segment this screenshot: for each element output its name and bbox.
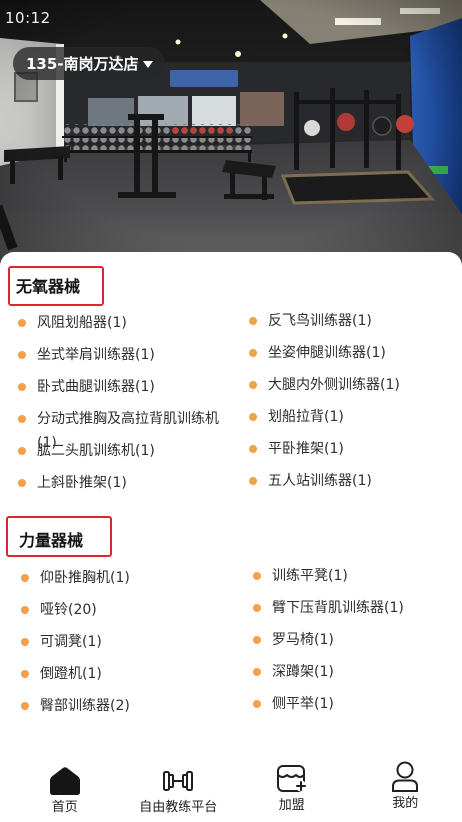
user-icon xyxy=(390,761,420,792)
equipment-label: 坐姿伸腿训练器(1) xyxy=(268,345,386,361)
store-plus-icon xyxy=(276,764,308,794)
bullet-dot xyxy=(18,415,26,423)
equipment-label: 罗马椅(1) xyxy=(272,632,334,648)
equipment-label: 侧平举(1) xyxy=(272,696,334,712)
dumbbell-icon xyxy=(162,766,194,796)
equipment-item: 仰卧推胸机(1) xyxy=(21,562,253,594)
caret-down-icon xyxy=(142,60,153,68)
bullet-dot xyxy=(253,604,261,612)
equipment-item: 五人站训练器(1) xyxy=(249,465,462,497)
tab-coach-platform[interactable]: 自由教练平台 xyxy=(122,750,236,822)
equipment-item: 臀部训练器(2) xyxy=(21,690,253,722)
tab-label: 首页 xyxy=(51,800,78,815)
equipment-label: 五人站训练器(1) xyxy=(268,473,372,489)
equipment-label: 哑铃(20) xyxy=(40,602,97,618)
bullet-dot xyxy=(253,572,261,580)
equipment-label: 臀部训练器(2) xyxy=(40,698,130,714)
bullet-dot xyxy=(249,381,257,389)
equipment-label: 深蹲架(1) xyxy=(272,664,334,680)
home-icon xyxy=(49,766,81,796)
equipment-label: 反飞鸟训练器(1) xyxy=(268,313,372,329)
equipment-item: 坐姿伸腿训练器(1) xyxy=(249,337,462,369)
equipment-item: 风阻划船器(1) xyxy=(18,307,249,339)
bullet-dot xyxy=(21,606,29,614)
bullet-dot xyxy=(21,574,29,582)
tab-label: 加盟 xyxy=(278,798,305,813)
bullet-dot xyxy=(21,702,29,710)
store-selector[interactable]: 135-南岗万达店 xyxy=(13,47,165,80)
equipment-item: 臂下压背肌训练器(1) xyxy=(253,592,462,624)
equipment-item: 罗马椅(1) xyxy=(253,624,462,656)
equipment-label: 风阻划船器(1) xyxy=(37,315,127,331)
equipment-label: 卧式曲腿训练器(1) xyxy=(37,379,155,395)
tab-home[interactable]: 首页 xyxy=(8,750,122,822)
equipment-grid-anaerobic: 风阻划船器(1) 反飞鸟训练器(1) 坐式举肩训练器(1) 坐姿伸腿训练器(1)… xyxy=(0,307,462,499)
app-screen: 10:12 135-南岗万达店 无氧器械 风阻划船器(1) 反飞鸟训练器(1) … xyxy=(0,0,462,822)
equipment-item: 平卧推架(1) xyxy=(249,433,462,465)
equipment-label: 可调凳(1) xyxy=(40,634,102,650)
bullet-dot xyxy=(253,700,261,708)
bullet-dot xyxy=(253,668,261,676)
equipment-label: 大腿内外侧训练器(1) xyxy=(268,377,400,393)
bottom-tab-bar: 首页 自由教练平台 加盟 我的 xyxy=(0,750,462,822)
equipment-item: 肱二头肌训练机(1) xyxy=(18,435,249,467)
bullet-dot xyxy=(18,351,26,359)
equipment-item: 训练平凳(1) xyxy=(253,560,462,592)
equipment-label: 上斜卧推架(1) xyxy=(37,475,127,491)
store-name: 135-南岗万达店 xyxy=(26,54,139,73)
bullet-dot xyxy=(249,317,257,325)
bullet-dot xyxy=(253,636,261,644)
status-bar-time: 10:12 xyxy=(5,9,51,27)
equipment-item: 深蹲架(1) xyxy=(253,656,462,688)
equipment-label: 肱二头肌训练机(1) xyxy=(37,443,155,459)
bullet-dot xyxy=(249,349,257,357)
equipment-item: 哑铃(20) xyxy=(21,594,253,626)
bullet-dot xyxy=(249,477,257,485)
equipment-label: 划船拉背(1) xyxy=(268,409,344,425)
bullet-dot xyxy=(21,638,29,646)
equipment-item: 上斜卧推架(1) xyxy=(18,467,249,499)
bullet-dot xyxy=(18,447,26,455)
equipment-item: 卧式曲腿训练器(1) xyxy=(18,371,249,403)
equipment-label: 坐式举肩训练器(1) xyxy=(37,347,155,363)
equipment-label: 倒蹬机(1) xyxy=(40,666,102,682)
equipment-grid-strength: 仰卧推胸机(1) 训练平凳(1) 哑铃(20) 臂下压背肌训练器(1) 可调凳(… xyxy=(0,562,462,722)
section-title-anaerobic: 无氧器械 xyxy=(16,277,81,296)
tab-label: 我的 xyxy=(392,796,419,811)
store-hero-photo xyxy=(0,0,462,272)
equipment-item: 划船拉背(1) xyxy=(249,401,462,433)
bullet-dot xyxy=(18,319,26,327)
equipment-item: 倒蹬机(1) xyxy=(21,658,253,690)
equipment-item: 大腿内外侧训练器(1) xyxy=(249,369,462,401)
tab-profile[interactable]: 我的 xyxy=(349,746,462,818)
section-title-strength: 力量器械 xyxy=(19,531,84,550)
tab-label: 自由教练平台 xyxy=(139,800,218,815)
equipment-item: 反飞鸟训练器(1) xyxy=(249,305,462,337)
equipment-label: 仰卧推胸机(1) xyxy=(40,570,130,586)
equipment-item: 可调凳(1) xyxy=(21,626,253,658)
equipment-item: 侧平举(1) xyxy=(253,688,462,720)
bullet-dot xyxy=(249,413,257,421)
bullet-dot xyxy=(18,383,26,391)
gym-interior-image xyxy=(0,0,462,272)
equipment-label: 平卧推架(1) xyxy=(268,441,344,457)
equipment-label: 臂下压背肌训练器(1) xyxy=(272,600,404,616)
bullet-dot xyxy=(21,670,29,678)
equipment-sheet: 无氧器械 风阻划船器(1) 反飞鸟训练器(1) 坐式举肩训练器(1) 坐姿伸腿训… xyxy=(0,252,462,822)
bullet-dot xyxy=(18,479,26,487)
equipment-label: 训练平凳(1) xyxy=(272,568,348,584)
equipment-item: 坐式举肩训练器(1) xyxy=(18,339,249,371)
equipment-item: 分动式推胸及高拉背肌训练机(1) xyxy=(18,403,249,451)
bullet-dot xyxy=(249,445,257,453)
tab-franchise[interactable]: 加盟 xyxy=(235,748,349,820)
